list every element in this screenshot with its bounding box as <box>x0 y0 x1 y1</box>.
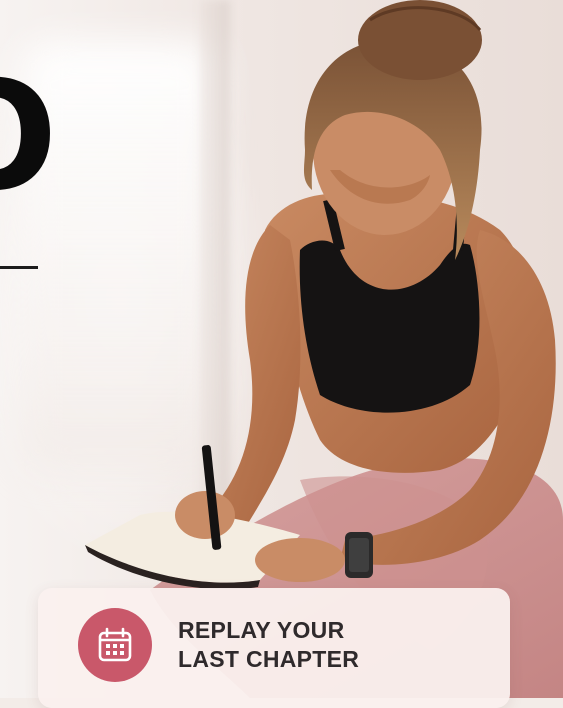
hair-bun <box>358 0 482 80</box>
calendar-icon <box>98 627 132 662</box>
card-title: REPLAY YOUR LAST CHAPTER <box>178 616 359 674</box>
replay-chapter-card[interactable]: REPLAY YOUR LAST CHAPTER <box>38 588 510 708</box>
card-title-line2: LAST CHAPTER <box>178 646 360 672</box>
calendar-icon-badge <box>78 608 152 682</box>
card-title-line1: REPLAY YOUR <box>178 617 345 643</box>
